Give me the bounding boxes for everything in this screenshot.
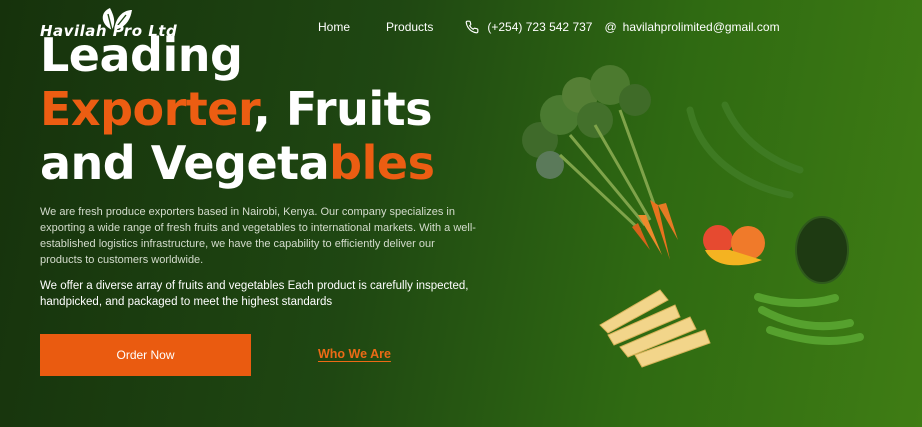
green-beans [686,101,804,199]
headline-accent-exporter: Exporter [40,82,254,136]
hero-offer-text: We offer a diverse array of fruits and v… [40,280,469,308]
headline-accent-bles: bles [329,136,435,190]
greens-bunch [522,65,660,232]
snow-peas [754,293,864,345]
baby-corn [599,289,711,368]
hero-description: We are fresh produce exporters based in … [40,206,476,266]
hero-headline: Leading Exporter, Fruits and Vegetables [40,28,435,190]
carrots [632,200,678,260]
fruits-peach-mango [703,225,765,266]
email-contact[interactable]: @ havilahprolimited@gmail.com [604,20,779,34]
avocado [795,216,849,284]
headline-line1: Leading [40,28,243,82]
at-icon: @ [604,20,617,34]
headline-line3-start: and Vegeta [40,136,330,190]
produce-image [522,65,864,368]
order-now-button[interactable]: Order Now [40,334,251,376]
email-address: havilahprolimited@gmail.com [622,20,780,34]
phone-number: (+254) 723 542 737 [487,20,593,34]
headline-line2-rest: , Fruits [253,82,432,136]
phone-contact[interactable]: (+254) 723 542 737 [465,20,592,34]
who-we-are-link[interactable]: Who We Are [318,347,391,361]
phone-icon [466,20,479,34]
